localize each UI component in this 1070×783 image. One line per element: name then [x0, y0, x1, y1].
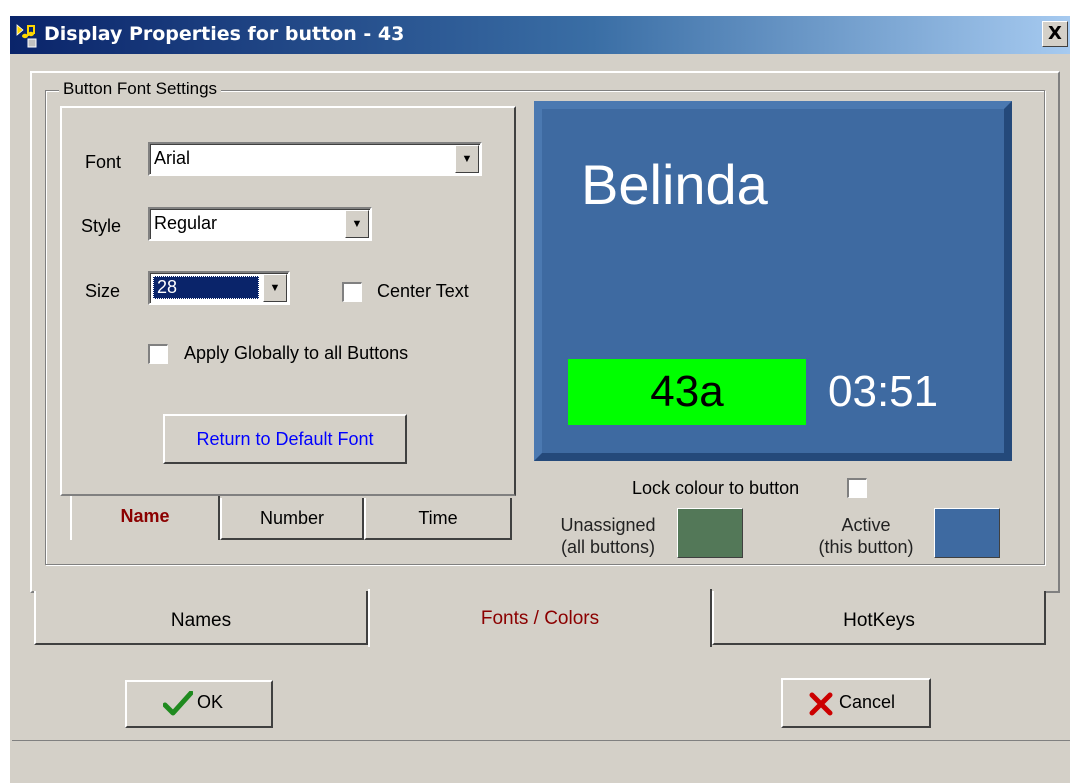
center-text-checkbox[interactable]	[342, 282, 362, 302]
tab-number[interactable]: Number	[220, 498, 364, 540]
tab-hotkeys[interactable]: HotKeys	[712, 591, 1046, 645]
apply-globally-label[interactable]: Apply Globally to all Buttons	[184, 343, 408, 364]
unassigned-label: Unassigned (all buttons)	[548, 514, 668, 558]
size-label: Size	[85, 281, 121, 301]
tab-fonts-colors[interactable]: Fonts / Colors	[368, 589, 712, 647]
active-color-swatch[interactable]	[934, 508, 1000, 558]
preview-name-text: Belinda	[581, 153, 768, 216]
lock-colour-label[interactable]: Lock colour to button	[632, 478, 799, 499]
close-button[interactable]: X	[1042, 21, 1068, 47]
preview-number-text: 43a	[568, 359, 806, 425]
group-title: Button Font Settings	[59, 79, 222, 99]
ok-label: OK	[197, 692, 224, 712]
unassigned-label-line2: (all buttons)	[560, 537, 656, 557]
style-label: Style	[81, 216, 122, 236]
music-note-app-icon	[14, 22, 40, 48]
checkmark-icon	[162, 690, 194, 722]
apply-globally-checkbox[interactable]	[148, 344, 168, 364]
style-select[interactable]: Regular ▼	[148, 207, 372, 241]
font-select-value: Arial	[154, 148, 191, 168]
font-label: Font	[85, 152, 122, 172]
title-bar[interactable]: Display Properties for button - 43 X	[10, 16, 1070, 54]
status-bar	[12, 740, 1070, 783]
preview-time-text: 03:51	[828, 367, 939, 416]
ok-button[interactable]: OK	[125, 680, 273, 728]
active-label: Active (this button)	[802, 514, 930, 558]
active-label-line2: (this button)	[818, 537, 914, 557]
return-to-default-font-button[interactable]: Return to Default Font	[163, 414, 407, 464]
size-select[interactable]: 28 ▼	[148, 271, 290, 305]
red-x-icon	[809, 692, 833, 721]
chevron-down-icon[interactable]: ▼	[455, 145, 479, 173]
unassigned-label-line1: Unassigned	[560, 515, 656, 535]
chevron-down-icon[interactable]: ▼	[263, 274, 287, 302]
lock-colour-checkbox[interactable]	[847, 478, 867, 498]
tab-name[interactable]: Name	[70, 496, 220, 540]
button-preview: Belinda 43a 03:51	[534, 101, 1012, 461]
active-label-line1: Active	[841, 515, 891, 535]
cancel-button[interactable]: Cancel	[781, 678, 931, 728]
chevron-down-icon[interactable]: ▼	[345, 210, 369, 238]
window-title: Display Properties for button - 43	[44, 23, 405, 45]
style-select-value: Regular	[154, 213, 218, 233]
center-text-label[interactable]: Center Text	[377, 281, 469, 302]
cancel-label: Cancel	[839, 692, 896, 712]
tab-time[interactable]: Time	[364, 498, 512, 540]
tab-names[interactable]: Names	[34, 591, 368, 645]
unassigned-color-swatch[interactable]	[677, 508, 743, 558]
font-select[interactable]: Arial ▼	[148, 142, 482, 176]
size-select-value: 28	[153, 276, 259, 299]
